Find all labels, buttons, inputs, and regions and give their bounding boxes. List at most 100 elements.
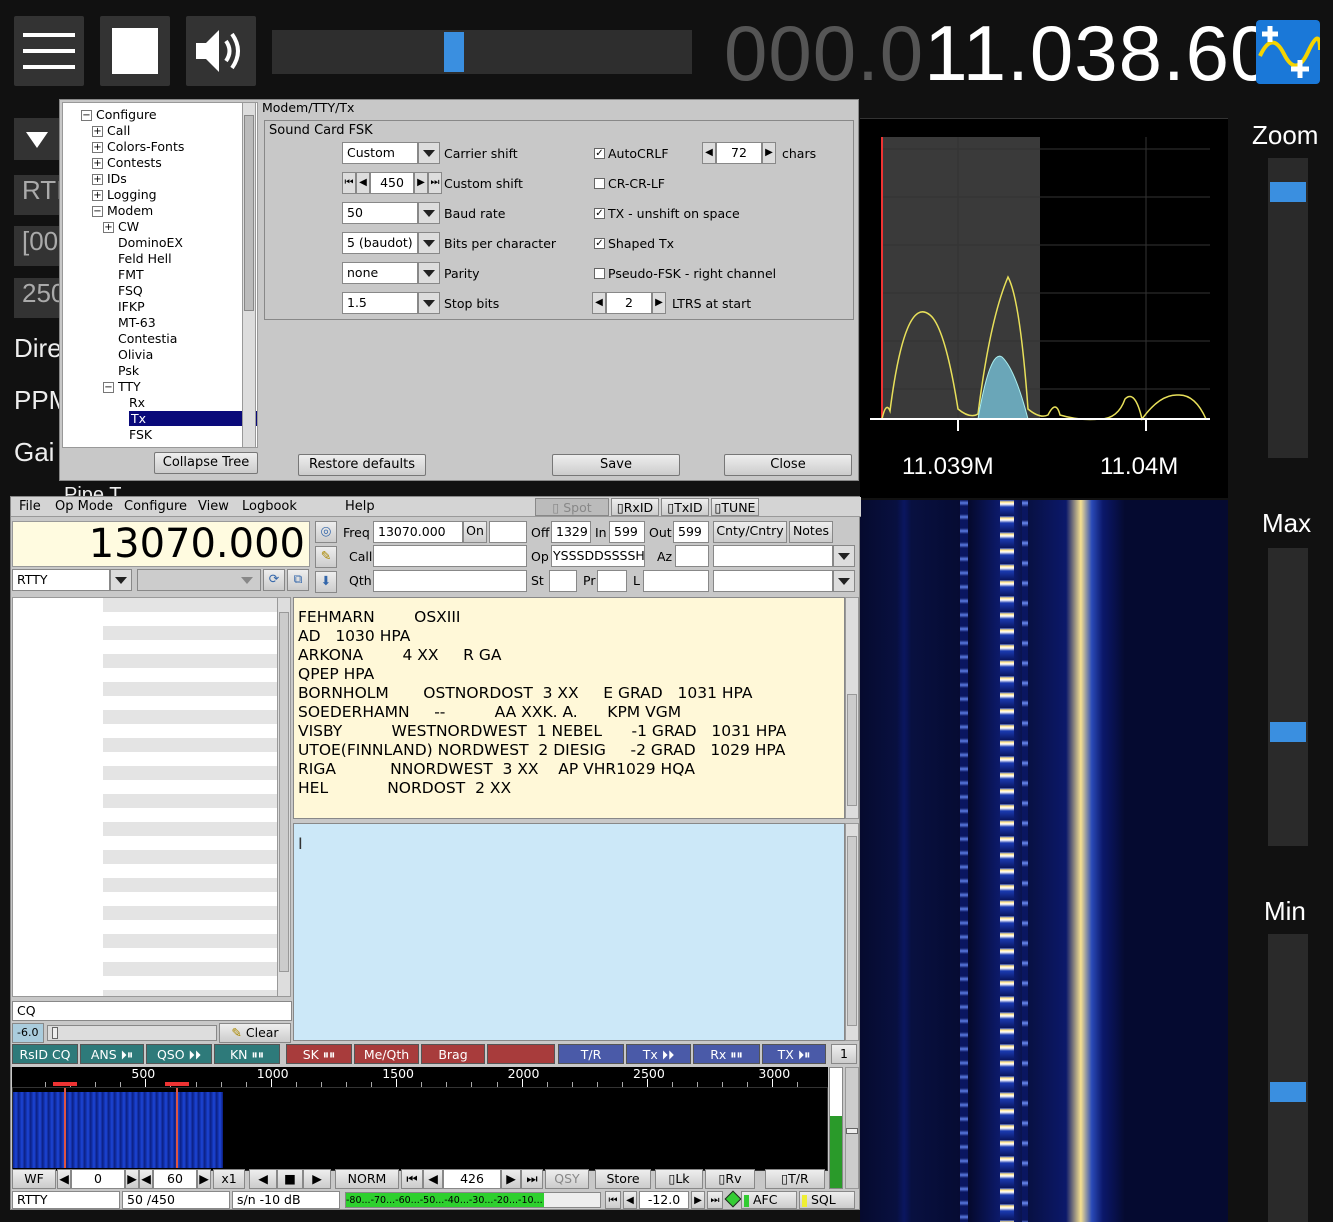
- tree-item[interactable]: + Contests: [92, 155, 162, 171]
- tree-item[interactable]: Contestia: [103, 331, 177, 347]
- on-time-input[interactable]: [489, 521, 527, 543]
- menu-file[interactable]: File: [19, 497, 41, 517]
- macro-page-button[interactable]: 1: [831, 1044, 857, 1064]
- locator-input[interactable]: [643, 570, 709, 592]
- browser-scrollbar[interactable]: [277, 597, 291, 997]
- stop-bits-select[interactable]: 1.5: [342, 292, 418, 314]
- log-freq-input[interactable]: 13070.000: [373, 521, 463, 543]
- menu-logbook[interactable]: Logbook: [242, 497, 297, 517]
- shaped-tx-checkbox[interactable]: ✓: [594, 238, 605, 249]
- chars-input[interactable]: 72: [716, 142, 762, 164]
- step-back-icon[interactable]: ◀: [702, 142, 716, 164]
- squelch-slider[interactable]: [47, 1025, 217, 1041]
- inbox-icon[interactable]: ⬇: [315, 571, 337, 593]
- forward-fast-icon[interactable]: ⏭: [707, 1191, 723, 1209]
- expand-icon[interactable]: +: [92, 174, 103, 185]
- az-input[interactable]: [675, 545, 709, 567]
- txid-toggle[interactable]: ▯TxID: [661, 498, 709, 516]
- step-forward-icon[interactable]: ▶: [652, 292, 666, 314]
- zoom-slider[interactable]: [1268, 158, 1308, 458]
- expand-icon[interactable]: +: [103, 222, 114, 233]
- tree-item[interactable]: Psk: [103, 363, 139, 379]
- sdr-frequency-display[interactable]: 000.011.038.60: [724, 8, 1284, 99]
- forward-fast-icon[interactable]: ⏭: [521, 1169, 543, 1189]
- macro-button-2[interactable]: QSO ⏵⏵: [146, 1044, 212, 1064]
- close-button[interactable]: Close: [724, 454, 852, 476]
- fldigi-waterfall[interactable]: [12, 1082, 828, 1171]
- unshift-checkbox[interactable]: ✓: [594, 208, 605, 219]
- tree-item[interactable]: Rx: [114, 395, 145, 411]
- crcrlf-checkbox[interactable]: [594, 178, 605, 189]
- custom-shift-input[interactable]: 450: [370, 172, 414, 194]
- macro-button-0[interactable]: RsID CQ: [12, 1044, 78, 1064]
- tree-item[interactable]: DominoEX: [103, 235, 183, 251]
- macro-button-7[interactable]: [487, 1044, 555, 1064]
- tree-item[interactable]: − Configure: [81, 107, 157, 123]
- ltrs-input[interactable]: 2: [606, 292, 652, 314]
- rewind-fast-icon[interactable]: ⏮: [401, 1169, 423, 1189]
- tree-item[interactable]: FMT: [103, 267, 144, 283]
- on-button[interactable]: On: [463, 521, 487, 543]
- notes-button[interactable]: Notes: [789, 521, 833, 543]
- min-slider[interactable]: [1268, 934, 1308, 1222]
- tree-item[interactable]: IFKP: [103, 299, 145, 315]
- transmit-text-pane[interactable]: I: [293, 823, 845, 1041]
- step-back-icon[interactable]: ◀: [356, 172, 370, 194]
- collapse-icon[interactable]: −: [92, 206, 103, 217]
- parity-select[interactable]: none: [342, 262, 418, 284]
- menu-button[interactable]: [14, 16, 84, 86]
- rst-out-input[interactable]: 599: [673, 521, 709, 543]
- macro-button-1[interactable]: ANS ⏵⏸: [80, 1044, 144, 1064]
- step-forward-icon[interactable]: ▶: [414, 172, 428, 194]
- tx-scrollbar[interactable]: [845, 823, 859, 1041]
- wf-zoom-button[interactable]: x1: [213, 1169, 245, 1189]
- carrier-shift-select[interactable]: Custom: [342, 142, 418, 164]
- chevron-down-icon[interactable]: [833, 570, 855, 592]
- wf-scale[interactable]: 500 1000 1500 2000 2500 3000: [12, 1066, 828, 1087]
- wf-mode-button[interactable]: WF: [12, 1169, 56, 1189]
- rx-scrollbar[interactable]: [845, 597, 859, 819]
- spot-toggle[interactable]: ▯ Spot: [535, 498, 609, 516]
- sdr-waterfall[interactable]: [860, 500, 1228, 1222]
- pseudo-fsk-checkbox[interactable]: [594, 268, 605, 279]
- tree-item[interactable]: Tx: [114, 411, 257, 427]
- main-frequency-display[interactable]: 13070.000: [12, 521, 310, 567]
- menu-op-mode[interactable]: Op Mode: [55, 497, 113, 517]
- chevron-right-icon[interactable]: ▶: [125, 1169, 139, 1189]
- restore-defaults-button[interactable]: Restore defaults: [298, 454, 426, 476]
- collapse-tree-button[interactable]: Collapse Tree: [154, 452, 258, 474]
- chevron-down-icon[interactable]: [241, 577, 253, 590]
- menu-view[interactable]: View: [198, 497, 229, 517]
- menu-help[interactable]: Help: [345, 497, 375, 517]
- tree-scrollbar[interactable]: [242, 102, 256, 448]
- rst-in-input[interactable]: 599: [609, 521, 645, 543]
- lock-toggle[interactable]: ▯Lk: [655, 1169, 703, 1189]
- tree-item[interactable]: + IDs: [92, 171, 127, 187]
- step-back-icon[interactable]: ◀: [592, 292, 606, 314]
- reverse-toggle[interactable]: ▯Rv: [705, 1169, 755, 1189]
- tree-item[interactable]: + Logging: [92, 187, 157, 203]
- expand-icon[interactable]: +: [92, 190, 103, 201]
- tree-item[interactable]: Olivia: [103, 347, 153, 363]
- baud-rate-select[interactable]: 50: [342, 202, 418, 224]
- config-tree[interactable]: − Configure + Call + Colors-Fonts + Contests + ID…: [62, 102, 258, 448]
- macro-button-3[interactable]: KN ⏸⏸: [214, 1044, 280, 1064]
- broom-icon[interactable]: ✎: [315, 546, 337, 568]
- expand-icon[interactable]: +: [92, 142, 103, 153]
- min-slider-knob[interactable]: [1270, 1082, 1306, 1102]
- off-time-input[interactable]: 1329: [551, 521, 591, 543]
- play-icon[interactable]: ▶: [303, 1169, 331, 1189]
- sql-level-input[interactable]: -12.0: [639, 1191, 689, 1209]
- macro-button-4[interactable]: SK ⏸⏸: [286, 1044, 352, 1064]
- qsy-button[interactable]: QSY: [545, 1169, 589, 1189]
- chevron-down-icon[interactable]: [418, 232, 440, 254]
- globe-icon[interactable]: ◎: [315, 521, 337, 543]
- chevron-down-icon[interactable]: [418, 262, 440, 284]
- macro-button-5[interactable]: Me/Qth: [354, 1044, 419, 1064]
- save-button[interactable]: Save: [552, 454, 680, 476]
- refresh-icon[interactable]: ⟳: [263, 569, 285, 591]
- tree-item[interactable]: + Colors-Fonts: [92, 139, 184, 155]
- carrier-freq-input[interactable]: 426: [443, 1169, 501, 1189]
- sql-toggle[interactable]: SQL: [799, 1191, 855, 1209]
- forward-icon[interactable]: ▶: [691, 1191, 705, 1209]
